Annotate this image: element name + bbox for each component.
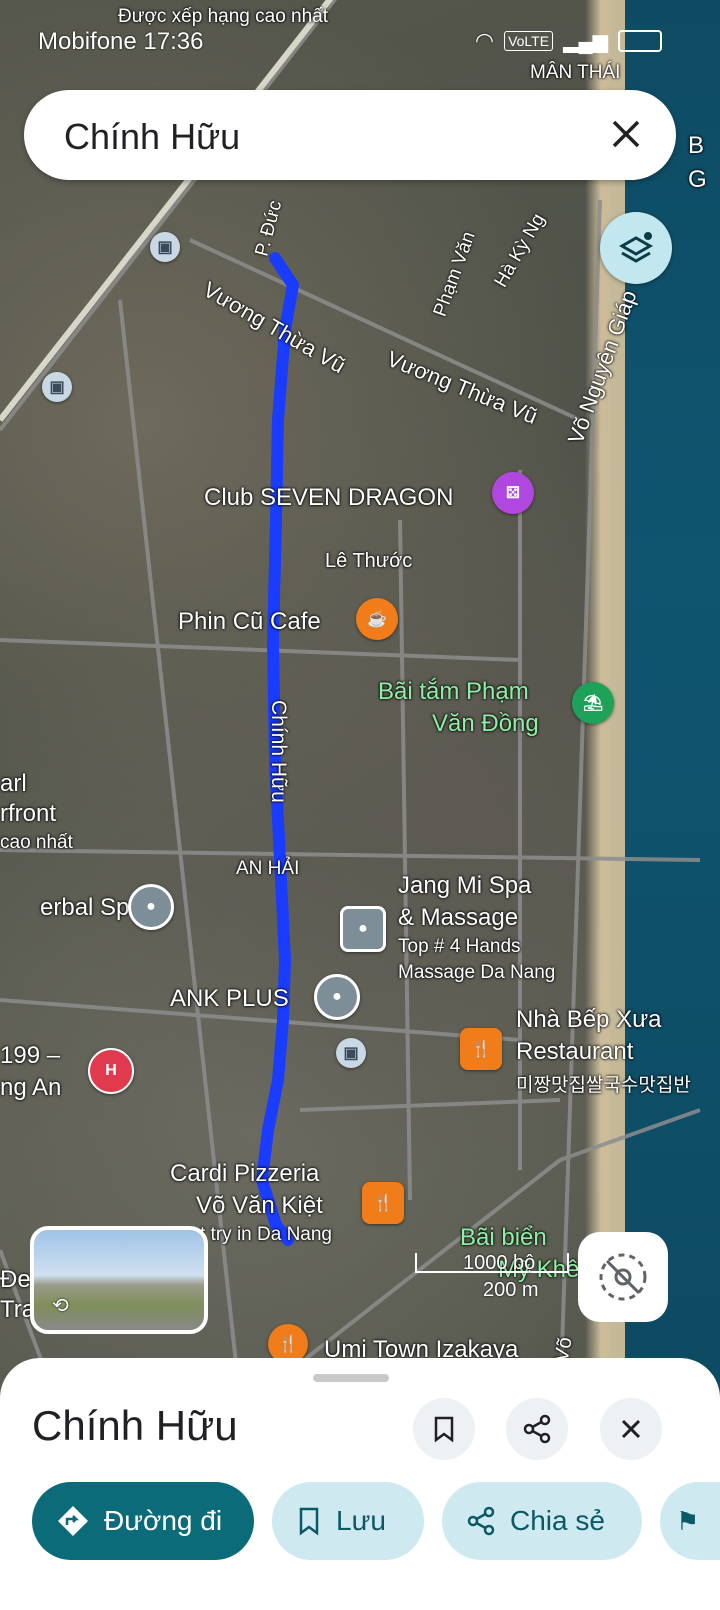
share-label: Chia sẻ — [510, 1505, 605, 1536]
place-label-restaurant[interactable]: Nhà Bếp Xưa — [516, 1006, 662, 1034]
save-button[interactable]: Lưu — [272, 1482, 424, 1560]
layers-button[interactable] — [600, 212, 672, 284]
place-label-beach[interactable]: Bãi tắm Phạm — [378, 678, 529, 706]
location-disabled-icon — [599, 1253, 647, 1301]
place-subtitle: Top # 4 Hands — [398, 936, 521, 957]
layers-icon — [618, 232, 654, 263]
place-label: arl — [0, 770, 27, 797]
place-label: B — [688, 132, 705, 159]
road-label: AN HẢI — [236, 858, 300, 879]
close-icon[interactable] — [606, 114, 646, 154]
restaurant-pin-icon[interactable]: 🍴 — [362, 1182, 404, 1224]
scale-bar: 1000 bộ 200 m — [415, 1252, 569, 1302]
map-view[interactable]: Vương Thừa Vũ Vương Thừa Vũ Võ Nguyên Gi… — [0, 0, 720, 1410]
place-label-ank[interactable]: ANK PLUS — [170, 985, 289, 1013]
save-label: Lưu — [336, 1505, 386, 1536]
road-label: Lê Thước — [325, 550, 413, 572]
status-icons: ◠ VoLTE ▂▄▆ — [475, 28, 662, 54]
place-label-pizza[interactable]: Võ Văn Kiệt — [196, 1192, 323, 1220]
place-pin-icon[interactable]: ● — [314, 974, 360, 1020]
place-subtitle: t try in Da Nang — [200, 1224, 332, 1245]
place-label-club[interactable]: Club SEVEN DRAGON — [204, 484, 453, 512]
bookmark-icon — [434, 1416, 454, 1443]
place-subtitle: Được xếp hạng cao nhất — [118, 6, 329, 27]
directions-icon — [58, 1506, 88, 1536]
share-icon — [467, 1506, 495, 1536]
status-carrier-time: Mobifone 17:36 — [38, 28, 204, 55]
close-icon — [621, 1419, 641, 1439]
bookmark-icon — [299, 1507, 319, 1536]
bus-stop-icon[interactable]: ▣ — [336, 1038, 366, 1068]
place-label-pizza[interactable]: Cardi Pizzeria — [170, 1160, 319, 1188]
place-label: G — [688, 166, 707, 193]
share-button[interactable]: Chia sẻ — [442, 1482, 642, 1560]
close-sheet-button[interactable] — [600, 1398, 662, 1460]
drag-handle[interactable] — [313, 1374, 389, 1382]
cafe-pin-icon[interactable]: ☕ — [356, 598, 398, 640]
beach-pin-icon[interactable]: ⛱ — [572, 682, 614, 724]
place-subtitle: Massage Da Nang — [398, 962, 556, 983]
place-label-restaurant[interactable]: Restaurant — [516, 1038, 633, 1066]
rotate-360-icon: ⟲ — [52, 1295, 69, 1317]
battery-icon — [618, 30, 662, 52]
directions-button[interactable]: Đường đi — [32, 1482, 254, 1560]
place-pin-icon[interactable]: ● — [128, 884, 174, 930]
restaurant-pin-icon[interactable]: 🍴 — [460, 1028, 502, 1070]
hospital-pin-icon[interactable]: H — [88, 1048, 134, 1094]
street-view-thumbnail[interactable]: ⟲ — [30, 1226, 208, 1334]
scale-meters: 200 m — [483, 1279, 539, 1301]
flag-icon: ⚑ — [676, 1505, 700, 1536]
place-title: Chính Hữu — [32, 1402, 238, 1449]
more-actions-button[interactable]: ⚑ — [660, 1482, 720, 1560]
wifi-icon: ◠ — [474, 28, 495, 53]
road-label: Chính Hữu — [267, 700, 290, 803]
place-label-cafe[interactable]: Phin Cũ Cafe — [178, 608, 321, 636]
place-label-beach[interactable]: Văn Đồng — [432, 710, 539, 738]
signal-icon: ▂▄▆ — [563, 30, 608, 53]
share-icon — [523, 1414, 551, 1444]
area-label: MÂN THÁI — [530, 62, 621, 83]
place-label-spa[interactable]: Jang Mi Spa — [398, 872, 531, 900]
directions-label: Đường đi — [104, 1505, 223, 1536]
place-subtitle: 미짱맛집쌀국수맛집반 — [516, 1075, 691, 1096]
search-query[interactable]: Chính Hữu — [64, 116, 240, 158]
my-location-button[interactable] — [578, 1232, 668, 1322]
save-icon-button[interactable] — [413, 1398, 475, 1460]
place-label-beach[interactable]: Bãi biển — [460, 1224, 547, 1252]
place-label: 199 – — [0, 1042, 61, 1069]
place-pin-icon[interactable]: ● — [340, 906, 386, 952]
share-icon-button[interactable] — [506, 1398, 568, 1460]
place-label: Đe — [0, 1266, 31, 1293]
bus-stop-icon[interactable]: ▣ — [42, 372, 72, 402]
search-bar[interactable]: Chính Hữu — [24, 90, 676, 180]
place-label: ng An — [0, 1074, 62, 1101]
place-label-spa[interactable]: & Massage — [398, 904, 518, 932]
place-label: cao nhất — [0, 832, 73, 853]
bus-stop-icon[interactable]: ▣ — [150, 232, 180, 262]
place-label: rfront — [0, 800, 57, 827]
volte-badge: VoLTE — [504, 31, 554, 51]
nightlife-pin-icon[interactable]: ⚄ — [492, 472, 534, 514]
place-bottom-sheet[interactable]: Chính Hữu Đường đi Lưu Chia sẻ ⚑ — [0, 1358, 720, 1610]
